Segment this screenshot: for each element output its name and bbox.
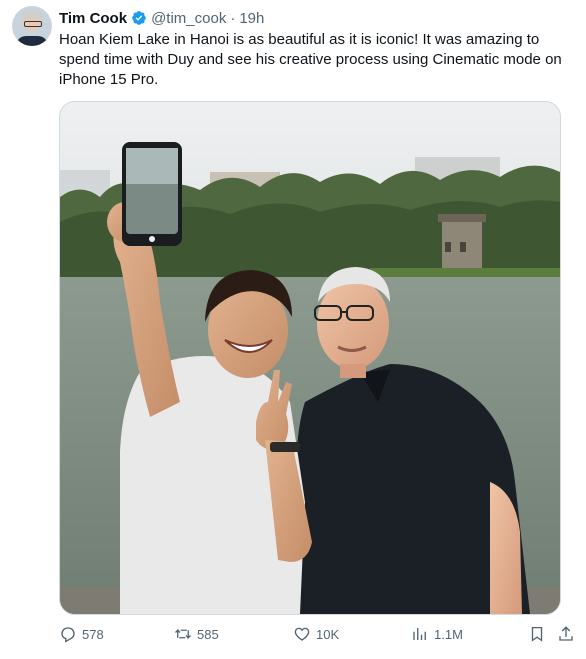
avatar[interactable] (12, 6, 52, 46)
retweet-icon (175, 628, 191, 640)
separator-dot: · (230, 9, 236, 27)
tweet-photo[interactable] (59, 101, 561, 615)
author-handle[interactable]: @tim_cook (151, 10, 226, 27)
reply-count: 578 (82, 626, 104, 642)
retweet-count: 585 (197, 626, 219, 642)
tweet-actions: 578 585 10K 1.1M (59, 623, 579, 645)
tweet-header: Tim Cook @tim_cook · 19h (59, 8, 264, 28)
views-chart-icon (413, 628, 426, 640)
share-button[interactable] (557, 623, 575, 645)
author-name[interactable]: Tim Cook (59, 10, 127, 27)
like-button[interactable]: 10K (293, 623, 339, 645)
verified-badge-icon (132, 11, 146, 25)
bookmark-button[interactable] (528, 623, 546, 645)
photo-illustration (60, 102, 560, 614)
bookmark-icon (531, 626, 543, 642)
tweet-text: Hoan Kiem Lake in Hanoi is as beautiful … (59, 31, 562, 88)
views-count: 1.1M (434, 626, 463, 642)
heart-icon (294, 627, 310, 641)
views-button[interactable]: 1.1M (411, 623, 463, 645)
retweet-button[interactable]: 585 (174, 623, 219, 645)
reply-icon (61, 627, 75, 643)
share-icon (559, 626, 573, 641)
timestamp[interactable]: 19h (239, 10, 264, 27)
reply-button[interactable]: 578 (59, 623, 104, 645)
like-count: 10K (316, 626, 340, 642)
